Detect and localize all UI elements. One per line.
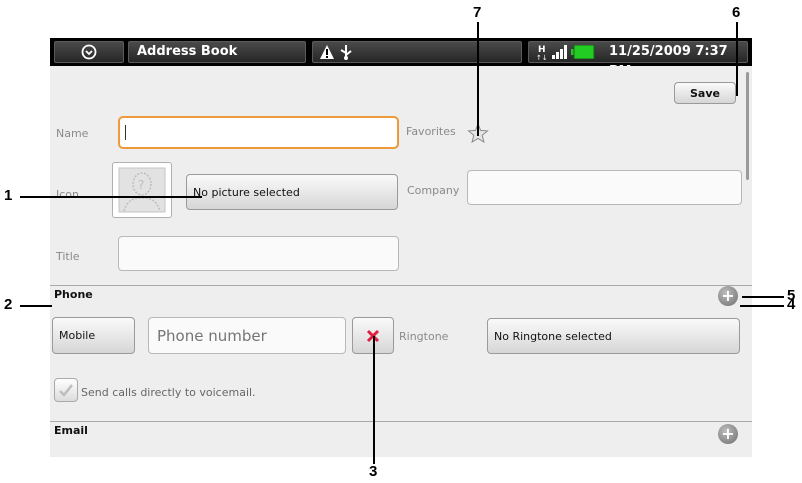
ringtone-label: Ringtone	[399, 330, 449, 343]
callout-line	[736, 22, 738, 96]
title-input[interactable]	[118, 236, 399, 271]
callout-line	[740, 305, 784, 307]
picture-select-button[interactable]: No picture selected	[186, 174, 398, 210]
app-title-bar: Address Book	[128, 41, 306, 63]
save-button[interactable]: Save	[674, 82, 736, 104]
icon-label: Icon	[56, 188, 79, 201]
favorites-label: Favorites	[406, 125, 456, 138]
warning-icon	[320, 45, 334, 59]
voicemail-label: Send calls directly to voicemail.	[81, 386, 256, 399]
callout-3: 3	[369, 463, 378, 480]
name-label: Name	[56, 127, 89, 140]
contact-photo[interactable]: ?	[112, 162, 172, 218]
checkmark-icon	[59, 384, 73, 397]
callout-line	[373, 336, 375, 464]
signal-bars-icon	[552, 45, 567, 59]
hspa-icon: H ↑↓	[536, 45, 548, 61]
scrollbar-thumb[interactable]	[746, 72, 749, 180]
plus-icon: +	[721, 424, 735, 443]
callout-line	[742, 296, 784, 298]
plus-icon: +	[721, 286, 735, 305]
section-divider	[50, 285, 752, 286]
callout-2: 2	[4, 296, 13, 313]
status-bar: Address Book H ↑↓ 11/25/2009 7:37	[50, 38, 752, 79]
callout-5: 5	[787, 287, 796, 304]
callout-line	[20, 305, 52, 307]
callout-7: 7	[473, 4, 482, 21]
name-input[interactable]	[118, 116, 399, 149]
callout-line	[477, 22, 479, 136]
battery-icon	[571, 45, 595, 59]
circle-chevron-down-icon	[81, 44, 97, 60]
contact-edit-form: Save Name Favorites Icon ? No picture se…	[50, 66, 752, 457]
add-email-button[interactable]: +	[718, 424, 738, 444]
ringtone-select-button[interactable]: No Ringtone selected	[487, 318, 740, 354]
text-cursor	[125, 125, 126, 140]
section-divider	[50, 421, 752, 422]
menu-button[interactable]	[54, 41, 124, 63]
callout-line	[20, 196, 202, 198]
phone-type-button[interactable]: Mobile	[52, 317, 135, 354]
add-phone-button[interactable]: +	[718, 286, 738, 306]
usb-icon	[340, 45, 352, 60]
notification-area[interactable]	[312, 41, 522, 63]
svg-text:?: ?	[138, 178, 144, 192]
company-input[interactable]	[467, 170, 742, 205]
phone-number-input[interactable]	[148, 317, 346, 354]
svg-text:↑↓: ↑↓	[536, 54, 548, 61]
avatar-placeholder-icon: ?	[118, 167, 166, 213]
phone-section-header: Phone	[54, 288, 93, 301]
company-label: Company	[407, 184, 460, 197]
title-label: Title	[56, 250, 80, 263]
app-title: Address Book	[137, 44, 238, 59]
callout-6: 6	[732, 4, 741, 21]
system-status: H ↑↓ 11/25/2009 7:37 PM	[528, 41, 748, 79]
email-section-header: Email	[54, 424, 88, 437]
callout-1: 1	[4, 187, 13, 204]
voicemail-checkbox[interactable]	[54, 378, 78, 402]
